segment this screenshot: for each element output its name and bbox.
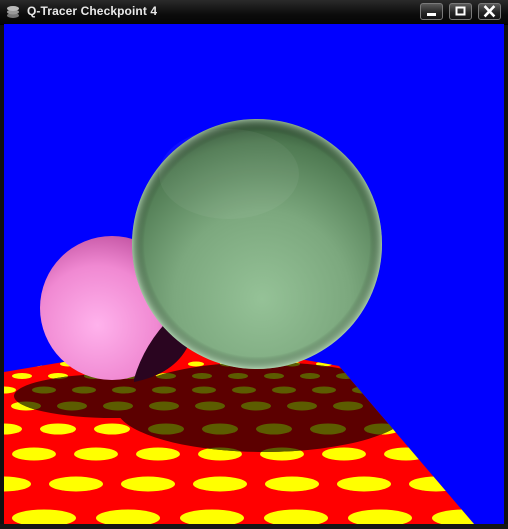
- shadow-dot: [192, 373, 212, 379]
- shadow-dot: [408, 373, 412, 379]
- floor-dot: [193, 476, 247, 492]
- floor-dot: [444, 361, 460, 367]
- shadow-dot: [256, 423, 292, 435]
- shadow-dot: [472, 387, 496, 394]
- floor-dot: [408, 373, 428, 379]
- floor-dot: [28, 361, 44, 367]
- minimize-icon: [427, 13, 436, 16]
- shadow-dot: [472, 424, 504, 435]
- floor-dot: [379, 401, 409, 411]
- close-button[interactable]: [478, 3, 501, 20]
- shadow-dot: [272, 386, 296, 394]
- shadow-dot: [425, 402, 455, 411]
- floor-dot: [372, 373, 392, 379]
- shadow-dot: [480, 373, 500, 379]
- shadow-dot: [444, 373, 464, 379]
- shadow-dot: [195, 401, 225, 411]
- stack-icon[interactable]: [5, 4, 21, 20]
- shadow-dot: [149, 401, 179, 411]
- floor-dot: [409, 476, 463, 492]
- render-image: [4, 119, 504, 524]
- shadow-dot: [57, 401, 87, 411]
- title-bar[interactable]: Q-Tracer Checkpoint 4: [0, 0, 508, 25]
- floor-dot: [476, 362, 492, 367]
- close-icon: [483, 5, 496, 18]
- window-frame-bottom: [0, 524, 508, 529]
- shadow-dot: [336, 373, 356, 379]
- shadow-dot: [4, 362, 12, 367]
- floor-dot: [40, 423, 76, 435]
- shadow-dot: [310, 423, 346, 435]
- shadow-dot: [228, 373, 248, 379]
- floor-dot: [188, 361, 204, 367]
- floor-dot: [121, 476, 175, 492]
- shadow-dot: [287, 401, 317, 411]
- floor-dot: [12, 373, 32, 379]
- window-title: Q-Tracer Checkpoint 4: [27, 4, 158, 18]
- floor-dot: [472, 423, 474, 435]
- app-window: Q-Tracer Checkpoint 4: [0, 0, 508, 529]
- shadow-dot: [112, 386, 136, 394]
- shadow-dot: [202, 423, 238, 435]
- floor-dot: [471, 401, 474, 411]
- shadow-dot: [446, 448, 490, 461]
- shadow-dot: [232, 386, 256, 394]
- shadow-dot: [103, 401, 133, 411]
- floor-dot: [94, 423, 130, 435]
- floor-dot: [4, 361, 12, 367]
- shadow-dot: [481, 477, 504, 492]
- shadow-dot: [432, 387, 456, 394]
- maximize-icon: [455, 6, 466, 16]
- shadow-dot: [333, 401, 363, 411]
- floor-dot: [480, 373, 500, 379]
- shadow-dot: [148, 423, 184, 435]
- shadow-dot: [241, 401, 271, 411]
- shadow-dot: [152, 386, 176, 394]
- floor-dot: [12, 447, 56, 461]
- floor-dot: [446, 447, 474, 461]
- shadow-dot: [471, 402, 501, 411]
- floor-dot: [49, 476, 103, 492]
- floor-dot: [444, 373, 464, 379]
- floor-dot: [392, 386, 416, 394]
- render-viewport: [4, 24, 504, 524]
- shadow-dot: [476, 362, 492, 367]
- shadow-dot: [300, 373, 320, 379]
- shadow-dot: [312, 386, 336, 394]
- shadow-dot: [72, 386, 96, 394]
- floor-dot: [74, 447, 118, 461]
- shadow-dot: [418, 424, 454, 435]
- floor-dot: [322, 447, 366, 461]
- floor-dot: [384, 447, 428, 461]
- shadow-dot: [412, 362, 428, 367]
- maximize-button[interactable]: [449, 3, 472, 20]
- floor-dot: [472, 386, 474, 394]
- floor-dot: [481, 477, 504, 492]
- floor-dot: [136, 447, 180, 461]
- floor-dot: [265, 476, 319, 492]
- floor-dot: [380, 361, 396, 367]
- floor-dot: [348, 361, 364, 367]
- shadow-dot: [348, 362, 364, 367]
- shadow-dot: [352, 386, 376, 394]
- shadow-dot: [380, 362, 396, 367]
- floor-dot: [418, 423, 454, 435]
- floor-dot: [432, 386, 456, 394]
- shadow-dot: [32, 386, 56, 394]
- floor-dot: [337, 476, 391, 492]
- floor-dot: [425, 401, 455, 411]
- minimize-button[interactable]: [420, 3, 443, 20]
- floor-dot: [412, 361, 428, 367]
- shadow-dot: [372, 373, 392, 379]
- shadow-dot: [444, 362, 460, 367]
- shadow-dot: [392, 386, 412, 394]
- shadow-dot: [192, 386, 216, 394]
- shadow-dot: [264, 373, 284, 379]
- shadow-dot: [379, 401, 409, 411]
